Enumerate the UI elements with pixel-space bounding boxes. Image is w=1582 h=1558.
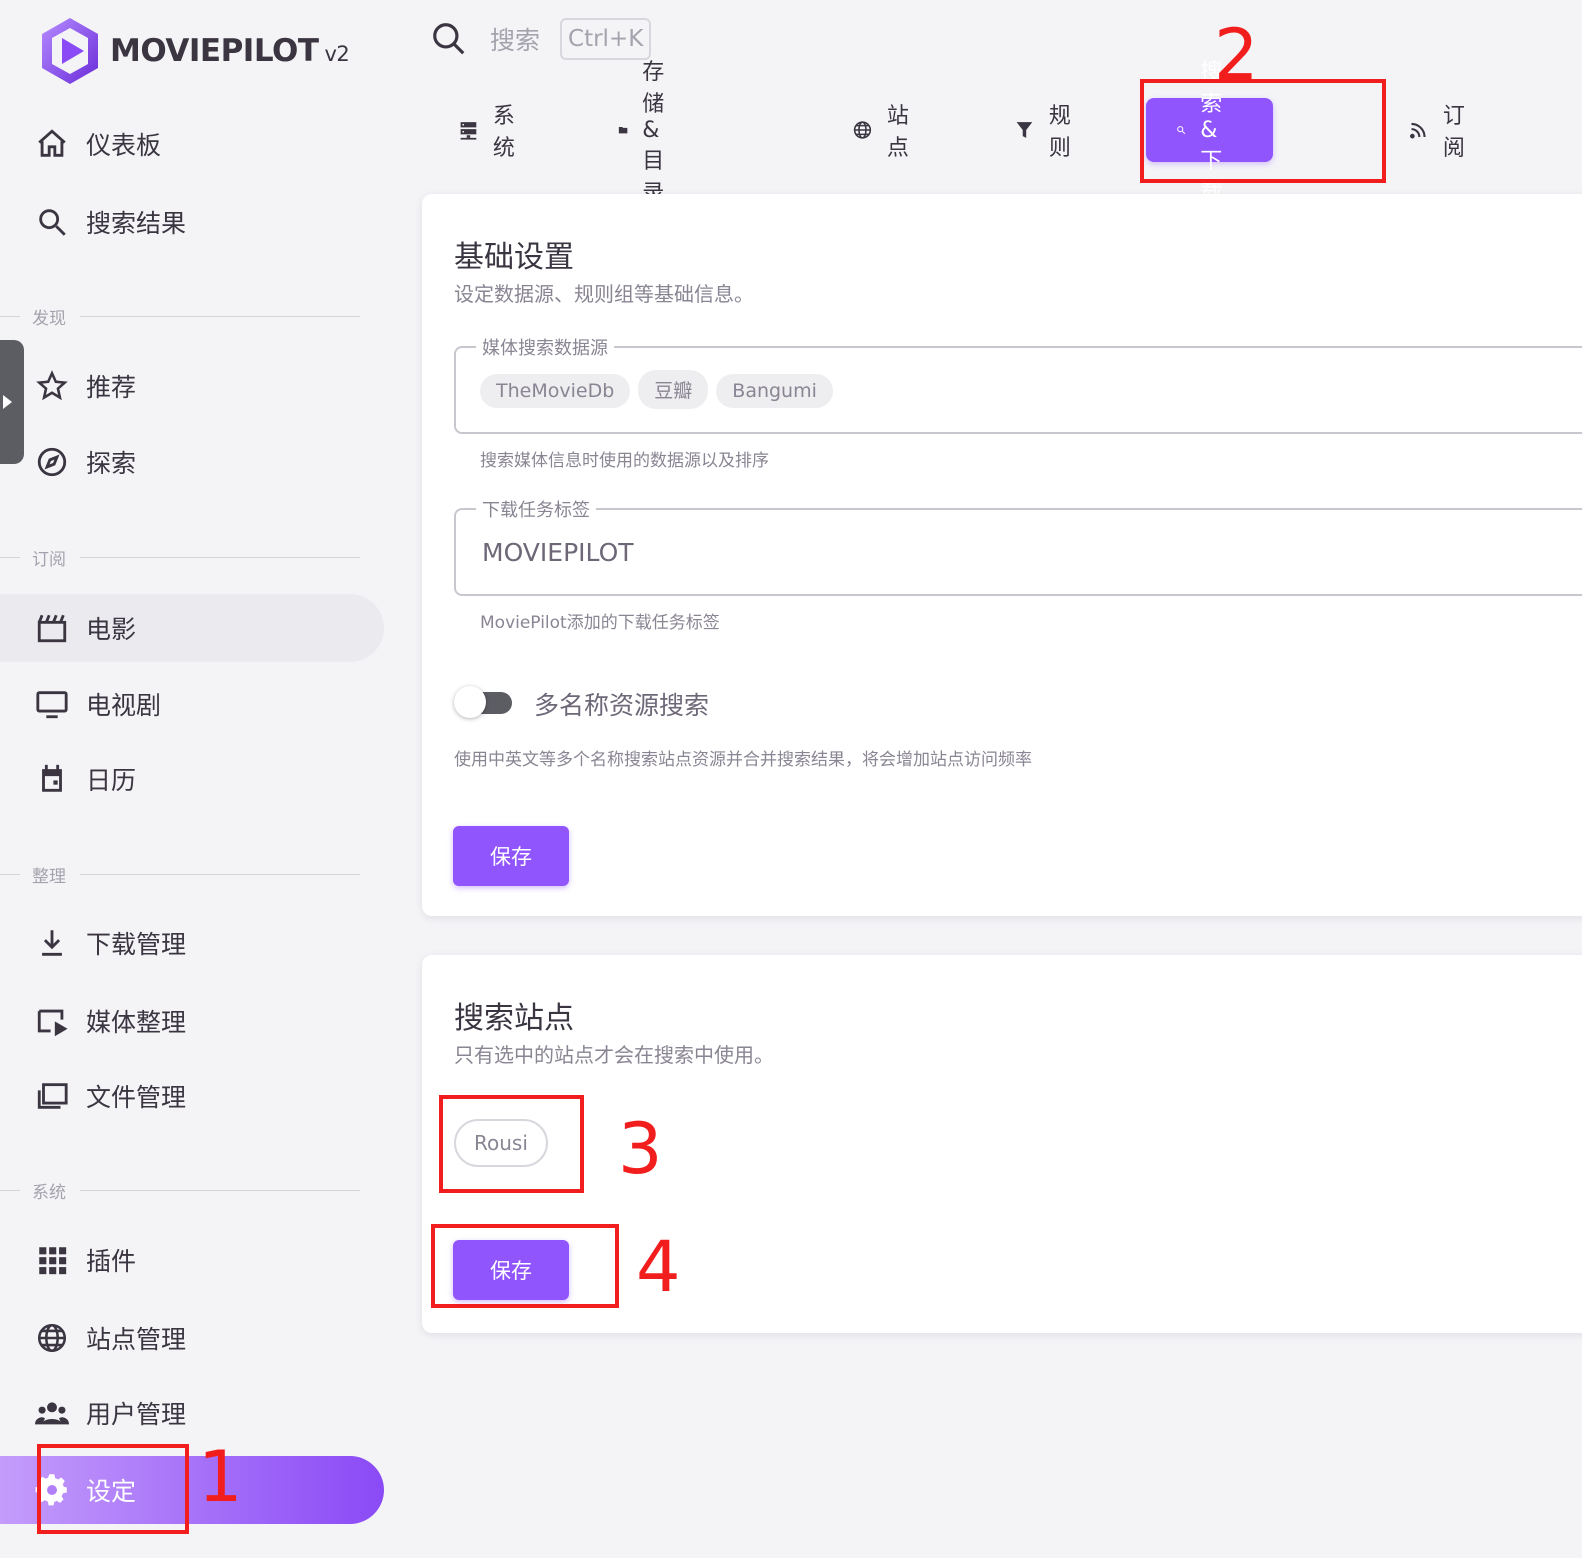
annotation-number-4: 4: [636, 1226, 681, 1308]
sidebar-item-downloads[interactable]: 下载管理: [0, 909, 384, 977]
sidebar-item-label: 电影: [86, 615, 137, 644]
source-chip[interactable]: Bangumi: [716, 374, 833, 408]
sidebar-item-explore[interactable]: 探索: [0, 428, 384, 496]
tab-sites[interactable]: 站点: [852, 98, 919, 162]
sidebar-item-dashboard[interactable]: 仪表板: [0, 110, 384, 178]
search-icon: [433, 23, 465, 55]
download-tag-value: MOVIEPILOT: [482, 538, 634, 567]
field-legend: 下载任务标签: [476, 496, 596, 522]
field-hint: MoviePilot添加的下载任务标签: [480, 613, 720, 633]
search-shortcut-badge: Ctrl+K: [560, 18, 652, 60]
tab-label: 系统: [492, 104, 516, 161]
annotation-box-2: [1140, 79, 1386, 183]
sidebar-item-media-organize[interactable]: 媒体整理: [0, 987, 384, 1055]
source-chip[interactable]: TheMovieDb: [480, 374, 631, 408]
sidebar-item-label: 站点管理: [86, 1325, 187, 1354]
card-subtitle: 只有选中的站点才会在搜索中使用。: [454, 1043, 774, 1067]
sidebar-item-label: 推荐: [86, 373, 137, 402]
annotation-number-1: 1: [198, 1436, 243, 1518]
annotation-box-4: [431, 1224, 619, 1308]
annotation-box-1: [37, 1444, 189, 1534]
folder-icon: [618, 127, 628, 134]
calendar-icon: [34, 761, 70, 797]
toggle-hint: 使用中英文等多个名称搜索站点资源并合并搜索结果，将会增加站点访问频率: [454, 750, 1032, 770]
download-tag-field[interactable]: 下载任务标签 MOVIEPILOT: [454, 496, 1582, 596]
rss-icon: [1410, 122, 1426, 139]
card-subtitle: 设定数据源、规则组等基础信息。: [454, 282, 754, 306]
compass-icon: [34, 444, 70, 480]
tab-rules[interactable]: 规则: [1014, 98, 1081, 162]
media-source-field[interactable]: 媒体搜索数据源 TheMovieDb 豆瓣 Bangumi: [454, 334, 1582, 434]
globe-icon: [34, 1320, 70, 1356]
sidebar-item-movies[interactable]: 电影: [0, 594, 384, 662]
globe-icon: [853, 121, 872, 139]
section-label-system: 系统: [0, 1180, 360, 1203]
multi-name-toggle[interactable]: [452, 684, 516, 720]
sidebar-item-plugins[interactable]: 插件: [0, 1226, 384, 1294]
sidebar-item-users[interactable]: 用户管理: [0, 1379, 384, 1447]
filter-icon: [1016, 122, 1033, 138]
annotation-number-2: 2: [1214, 14, 1259, 96]
section-label-discover: 发现: [0, 306, 360, 329]
tab-label: 订阅: [1442, 104, 1466, 161]
sidebar-item-label: 媒体整理: [86, 1008, 187, 1037]
field-legend: 媒体搜索数据源: [476, 334, 614, 360]
sidebar-item-sites[interactable]: 站点管理: [0, 1304, 384, 1372]
apps-grid-icon: [34, 1242, 70, 1278]
sidebar-item-file-manager[interactable]: 文件管理: [0, 1062, 384, 1130]
search-label: 搜索: [490, 26, 541, 55]
tab-label: 存储 & 目录: [642, 59, 666, 206]
server-icon: [460, 122, 477, 140]
sidebar-item-calendar[interactable]: 日历: [0, 745, 384, 813]
movie-clapper-icon: [34, 610, 70, 646]
search-icon: [34, 204, 70, 240]
app-title: MOVIEPILOT v2: [110, 33, 350, 69]
files-icon: [34, 1078, 70, 1114]
sidebar-item-label: 文件管理: [86, 1083, 187, 1112]
tab-storage[interactable]: 存储 & 目录: [618, 60, 685, 206]
app-logo[interactable]: MOVIEPILOT v2: [38, 16, 350, 86]
moviepilot-logo-icon: [42, 18, 98, 84]
tab-subscribe[interactable]: 订阅: [1408, 98, 1475, 162]
tv-icon: [34, 686, 70, 722]
global-search[interactable]: 搜索 Ctrl+K: [430, 18, 652, 60]
users-icon: [34, 1395, 70, 1431]
home-icon: [34, 126, 70, 162]
field-hint: 搜索媒体信息时使用的数据源以及排序: [480, 451, 769, 471]
annotation-box-3: [439, 1095, 584, 1193]
download-icon: [34, 925, 70, 961]
save-button[interactable]: 保存: [453, 826, 569, 886]
tab-label: 规则: [1048, 104, 1072, 161]
sidebar-item-label: 下载管理: [86, 930, 187, 959]
annotation-number-3: 3: [618, 1108, 663, 1190]
tab-label: 站点: [886, 104, 910, 161]
card-title: 基础设置: [454, 240, 574, 275]
sidebar-item-tv[interactable]: 电视剧: [0, 670, 384, 738]
section-label-organize: 整理: [0, 864, 360, 887]
sidebar-item-search-results[interactable]: 搜索结果: [0, 188, 384, 256]
sidebar-collapse-toggle[interactable]: [0, 340, 24, 464]
basic-settings-card: 基础设置 设定数据源、规则组等基础信息。 媒体搜索数据源 TheMovieDb 豆…: [422, 194, 1582, 916]
source-chip[interactable]: 豆瓣: [638, 370, 709, 409]
sidebar-item-recommend[interactable]: 推荐: [0, 352, 384, 420]
sidebar-item-label: 电视剧: [86, 691, 162, 720]
star-icon: [34, 368, 70, 404]
sidebar-item-label: 用户管理: [86, 1400, 187, 1429]
section-label-subscribe: 订阅: [0, 547, 360, 570]
folder-play-icon: [34, 1003, 70, 1039]
sidebar-item-label: 探索: [86, 449, 137, 478]
sidebar-item-label: 搜索结果: [86, 209, 187, 238]
sidebar-item-label: 仪表板: [86, 131, 162, 160]
sidebar: MOVIEPILOT v2 仪表板 搜索结果 发现 推荐 探索 订阅 电影 电视…: [0, 0, 400, 1558]
toggle-label: 多名称资源搜索: [534, 691, 710, 720]
tab-system[interactable]: 系统: [458, 98, 525, 162]
sidebar-item-label: 日历: [86, 766, 137, 795]
card-title: 搜索站点: [454, 1001, 574, 1036]
sidebar-item-label: 插件: [86, 1247, 137, 1276]
